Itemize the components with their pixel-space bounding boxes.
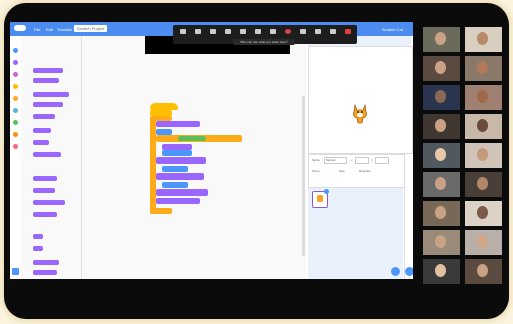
pen-icon[interactable] [190, 27, 206, 42]
share-banner: Who can see what you share here? [233, 39, 295, 45]
motion-block[interactable] [162, 166, 188, 172]
looks-block[interactable] [156, 198, 200, 204]
participant-tile[interactable] [423, 114, 460, 139]
y-input[interactable] [375, 157, 389, 164]
participant-tile[interactable] [465, 85, 502, 110]
x-label: x [351, 158, 353, 162]
scratch-logo[interactable] [14, 25, 26, 31]
participant-tile[interactable] [465, 114, 502, 139]
pointer-icon[interactable] [175, 27, 191, 42]
sprite-selected-badge [324, 189, 329, 194]
participant-tile[interactable] [423, 230, 460, 255]
palette-block[interactable] [33, 78, 59, 83]
palette-block[interactable] [33, 92, 69, 97]
category-variables[interactable] [13, 132, 18, 137]
participant-tile[interactable] [423, 56, 460, 81]
stage[interactable] [308, 46, 413, 154]
sprite-thumbnail[interactable] [312, 189, 329, 208]
participant-gallery [423, 27, 503, 287]
palette-block[interactable] [33, 114, 55, 119]
palette-block[interactable] [33, 152, 61, 157]
stop-share-icon[interactable] [340, 27, 356, 42]
choose-sprite-button[interactable] [391, 267, 400, 276]
palette-block[interactable] [33, 270, 57, 275]
participant-tile[interactable] [423, 201, 460, 226]
palette-block[interactable] [33, 176, 57, 181]
extensions-button[interactable] [12, 268, 19, 275]
sprite-label: Sprite [312, 158, 320, 162]
participant-tile[interactable] [465, 172, 502, 197]
looks-block[interactable] [156, 189, 208, 196]
size-label: Size [339, 169, 345, 173]
undo-icon[interactable] [295, 27, 311, 42]
participant-tile[interactable] [423, 143, 460, 168]
participant-tile[interactable] [465, 201, 502, 226]
category-motion[interactable] [13, 48, 18, 53]
palette-block[interactable] [33, 234, 43, 239]
participant-tile[interactable] [465, 56, 502, 81]
palette-block[interactable] [33, 200, 65, 205]
palette-block[interactable] [33, 128, 51, 133]
sprite-list [308, 188, 403, 279]
workspace-scrollbar[interactable] [302, 96, 305, 256]
cat-thumbnail-icon [317, 195, 323, 202]
motion-block[interactable] [162, 182, 188, 188]
palette-block[interactable] [33, 212, 57, 217]
category-sensing[interactable] [13, 108, 18, 113]
palette-block[interactable] [33, 260, 59, 265]
code-workspace[interactable] [82, 36, 306, 279]
when-flag-clicked-block[interactable] [150, 103, 178, 110]
clear-icon[interactable] [310, 27, 326, 42]
show-label: Show [312, 169, 320, 173]
scratch-cat-sprite[interactable] [349, 101, 371, 127]
choose-backdrop-button[interactable] [405, 267, 413, 276]
looks-block[interactable] [156, 173, 204, 180]
participant-tile[interactable] [465, 27, 502, 52]
category-operators[interactable] [13, 120, 18, 125]
direction-label: Direction [359, 169, 371, 173]
text-icon[interactable] [205, 27, 221, 42]
y-label: y [371, 158, 373, 162]
participant-tile[interactable] [465, 143, 502, 168]
menu-tutorials[interactable]: Tutorials [57, 27, 72, 32]
save-icon[interactable] [325, 27, 341, 42]
zoom-shared-screen: File Edit Tutorials Scratch Project Scra… [10, 22, 413, 279]
stage-target-pane [404, 154, 413, 279]
category-my-blocks[interactable] [13, 144, 18, 149]
palette-block[interactable] [33, 102, 63, 107]
menu-file[interactable]: File [34, 27, 40, 32]
block-palette [21, 36, 82, 279]
palette-block[interactable] [33, 188, 55, 193]
palette-block[interactable] [33, 246, 43, 251]
participant-tile[interactable] [423, 27, 460, 52]
forever-block-bottom[interactable] [150, 208, 172, 214]
participant-tile[interactable] [465, 259, 502, 284]
x-input[interactable] [355, 157, 369, 164]
participant-tile[interactable] [423, 259, 460, 284]
category-looks[interactable] [13, 60, 18, 65]
menu-edit[interactable]: Edit [46, 27, 53, 32]
operator-block[interactable] [178, 136, 206, 141]
looks-block[interactable] [156, 157, 206, 164]
sprite-info-pane: Sprite Sprite1 x y Show Size Direction [308, 154, 405, 188]
palette-block[interactable] [33, 68, 63, 73]
participant-tile[interactable] [465, 230, 502, 255]
project-title-field[interactable]: Scratch Project [74, 25, 108, 32]
account-menu[interactable]: Scratch Cat [382, 27, 403, 32]
category-control[interactable] [13, 96, 18, 101]
motion-block[interactable] [162, 150, 192, 156]
looks-block[interactable] [156, 121, 200, 127]
category-events[interactable] [13, 84, 18, 89]
participant-tile[interactable] [423, 172, 460, 197]
sprite-name-input[interactable]: Sprite1 [324, 157, 347, 164]
category-sound[interactable] [13, 72, 18, 77]
palette-block[interactable] [33, 140, 49, 145]
participant-tile[interactable] [423, 85, 460, 110]
